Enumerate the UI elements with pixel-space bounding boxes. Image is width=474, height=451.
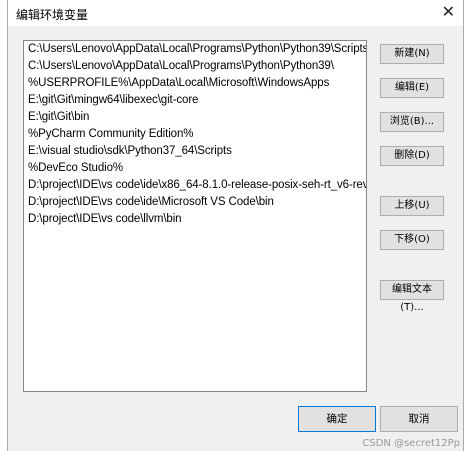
- list-item[interactable]: %USERPROFILE%\AppData\Local\Microsoft\Wi…: [24, 75, 366, 92]
- list-item[interactable]: D:\project\IDE\vs code\llvm\bin: [24, 211, 366, 228]
- list-item[interactable]: E:\git\Git\bin: [24, 109, 366, 126]
- list-item[interactable]: D:\project\IDE\vs code\ide\x86_64-8.1.0-…: [24, 177, 366, 194]
- move-down-button[interactable]: 下移(O): [380, 230, 444, 250]
- ok-button[interactable]: 确定: [298, 406, 376, 432]
- close-icon[interactable]: ✕: [442, 2, 455, 22]
- edit-button[interactable]: 编辑(E): [380, 78, 444, 98]
- dialog-title: 编辑环境变量: [16, 8, 89, 22]
- new-button[interactable]: 新建(N): [380, 44, 444, 64]
- list-item[interactable]: D:\project\IDE\vs code\ide\Microsoft VS …: [24, 194, 366, 211]
- watermark: CSDN @secret12Pp: [362, 438, 460, 449]
- list-item[interactable]: %DevEco Studio%: [24, 160, 366, 177]
- list-item[interactable]: C:\Users\Lenovo\AppData\Local\Programs\P…: [24, 58, 366, 75]
- cancel-button[interactable]: 取消: [380, 406, 458, 432]
- browse-button[interactable]: 浏览(B)...: [380, 112, 444, 132]
- move-up-button[interactable]: 上移(U): [380, 196, 444, 216]
- list-item[interactable]: %PyCharm Community Edition%: [24, 126, 366, 143]
- title-bar: 编辑环境变量 ✕: [8, 0, 463, 26]
- delete-button[interactable]: 删除(D): [380, 146, 444, 166]
- edit-text-button[interactable]: 编辑文本(T)...: [380, 280, 444, 313]
- list-item[interactable]: E:\git\Git\mingw64\libexec\git-core: [24, 92, 366, 109]
- list-item[interactable]: C:\Users\Lenovo\AppData\Local\Programs\P…: [24, 41, 366, 58]
- list-item[interactable]: E:\visual studio\sdk\Python37_64\Scripts: [24, 143, 366, 160]
- edit-env-variable-dialog: 编辑环境变量 ✕ C:\Users\Lenovo\AppData\Local\P…: [7, 0, 464, 451]
- path-list[interactable]: C:\Users\Lenovo\AppData\Local\Programs\P…: [23, 40, 367, 392]
